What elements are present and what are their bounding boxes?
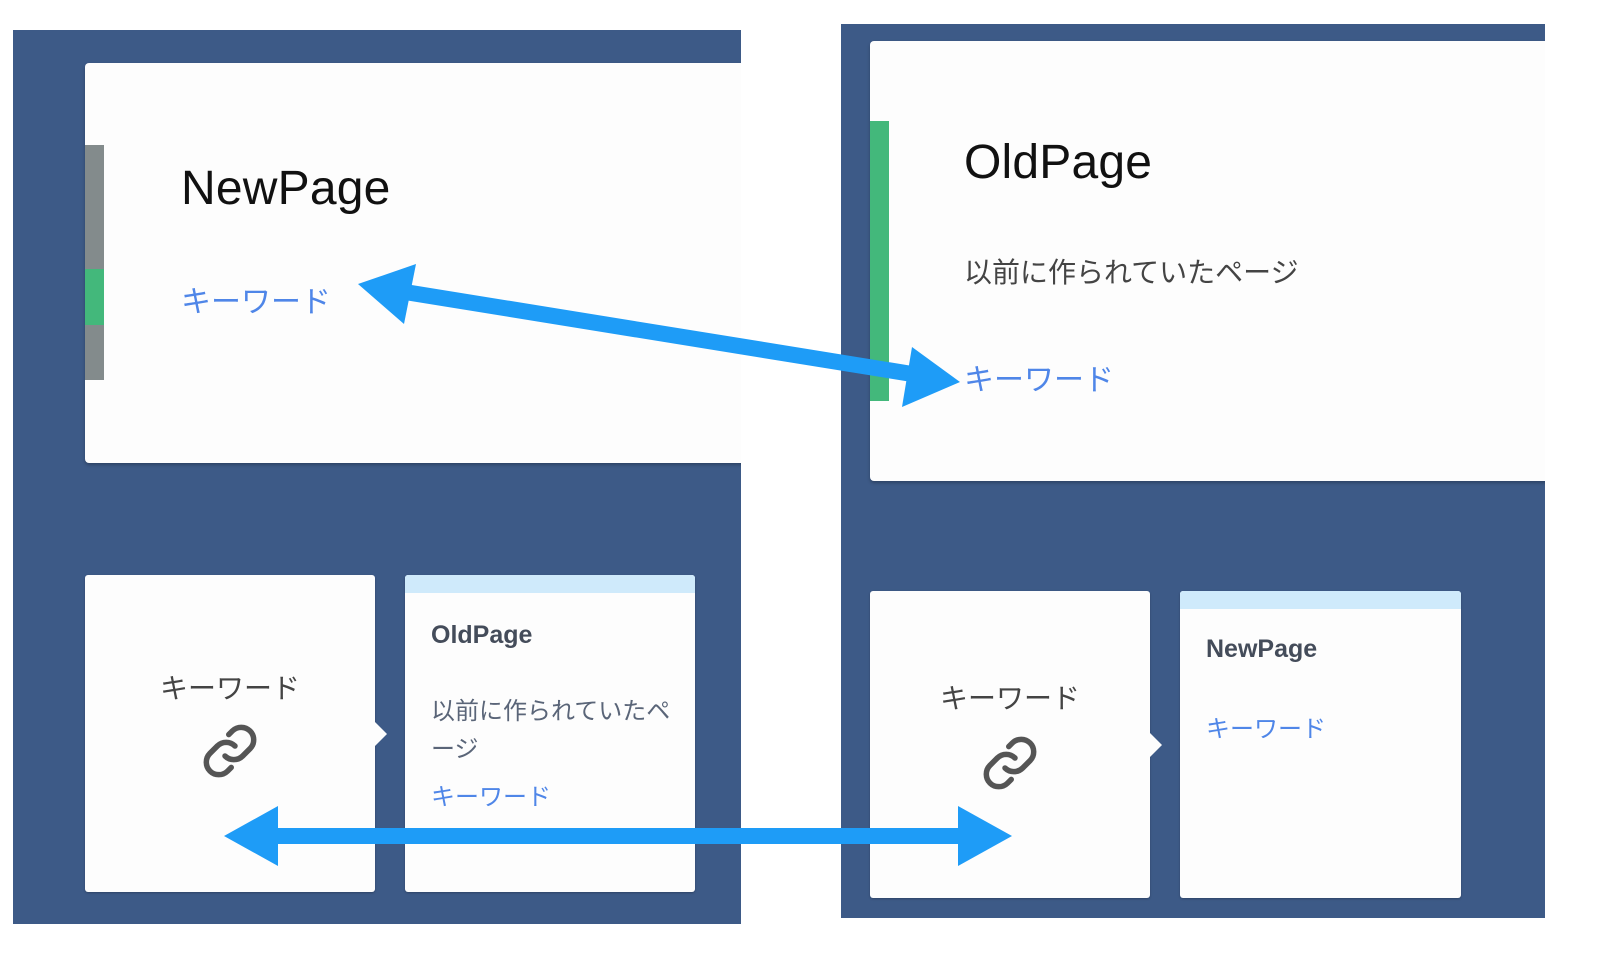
arrows-overlay xyxy=(224,264,1012,866)
double-arrow-icon xyxy=(358,264,960,407)
double-arrow-icon xyxy=(224,806,1012,866)
